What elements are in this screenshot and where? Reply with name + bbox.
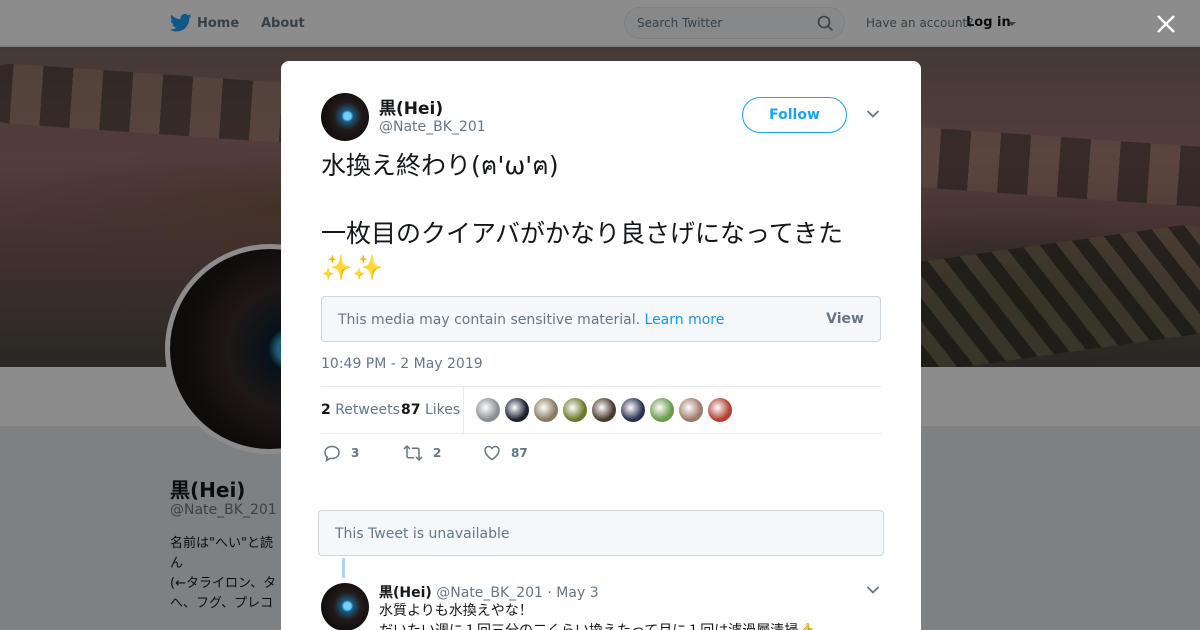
tweet-text: 水換え終わり(ฅ'ω'ฅ) 一枚目のクイアバがかなり良さげになってきた✨✨: [321, 151, 844, 282]
reply-count: 3: [351, 446, 360, 460]
tweet-author-avatar[interactable]: [321, 93, 369, 141]
reply-author-avatar[interactable]: [321, 583, 369, 630]
reply-date[interactable]: May 3: [556, 585, 598, 601]
close-icon[interactable]: [1152, 10, 1180, 38]
follow-button[interactable]: Follow: [742, 97, 847, 133]
liker-avatar[interactable]: [592, 398, 616, 422]
retweet-icon: [403, 444, 423, 462]
sensitive-notice-text: This media may contain sensitive materia…: [338, 312, 725, 328]
liker-avatar[interactable]: [708, 398, 732, 422]
reply-icon: [324, 445, 340, 462]
retweet-button[interactable]: 2: [403, 444, 441, 462]
unavailable-tweet-notice: This Tweet is unavailable: [318, 510, 884, 556]
liker-avatar[interactable]: [650, 398, 674, 422]
tweet-stats: 2 Retweets 87 Likes: [321, 386, 881, 434]
thread-connector: [342, 558, 345, 578]
heart-icon: [484, 445, 500, 461]
tweet-modal: 黒(Hei) @Nate_BK_201 Follow 水換え終わり(ฅ'ω'ฅ)…: [281, 61, 921, 630]
retweets-stat[interactable]: 2 Retweets: [321, 402, 400, 418]
tweet-timestamp[interactable]: 10:49 PM - 2 May 2019: [321, 356, 483, 372]
reply-author-name[interactable]: 黒(Hei): [379, 585, 432, 601]
retweet-count: 2: [433, 446, 442, 460]
reply-header: 黒(Hei) @Nate_BK_201 · May 3: [379, 582, 599, 602]
liker-avatar[interactable]: [505, 398, 529, 422]
chevron-down-icon[interactable]: [866, 585, 880, 595]
liker-avatar[interactable]: [534, 398, 558, 422]
like-button[interactable]: 87: [483, 444, 528, 462]
reply-button[interactable]: 3: [323, 444, 359, 462]
reply-separator: ·: [547, 585, 552, 601]
liker-avatar[interactable]: [563, 398, 587, 422]
liker-avatar[interactable]: [679, 398, 703, 422]
learn-more-link[interactable]: Learn more: [645, 312, 725, 328]
likers-avatars: [476, 398, 732, 422]
reply-author-handle[interactable]: @Nate_BK_201: [436, 585, 543, 601]
chevron-down-icon[interactable]: [866, 109, 880, 119]
view-media-button[interactable]: View: [826, 311, 864, 327]
liker-avatar[interactable]: [476, 398, 500, 422]
reply-text: 水質よりも水換えやな！ だいたい週に１回三分の二くらい換えたって月に１回は濾過層…: [379, 603, 816, 630]
unavailable-text: This Tweet is unavailable: [335, 526, 510, 542]
like-count: 87: [511, 446, 528, 460]
sensitive-media-notice: This media may contain sensitive materia…: [321, 296, 881, 342]
liker-avatar[interactable]: [621, 398, 645, 422]
divider: [463, 387, 464, 434]
tweet-author-name[interactable]: 黒(Hei): [379, 94, 443, 119]
tweet-author-handle[interactable]: @Nate_BK_201: [379, 119, 486, 135]
likes-stat[interactable]: 87 Likes: [401, 402, 460, 418]
